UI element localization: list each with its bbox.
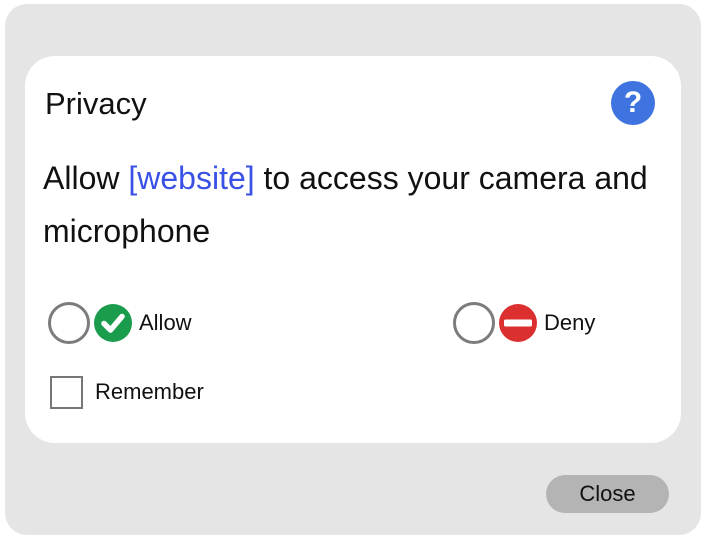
allow-option[interactable]: Allow [48, 302, 192, 344]
privacy-dialog: Privacy ? Allow [website] to access your… [5, 4, 701, 535]
remember-label: Remember [95, 379, 204, 404]
privacy-card: Privacy ? Allow [website] to access your… [25, 56, 681, 443]
allow-radio[interactable] [48, 302, 90, 344]
permission-message: Allow [website] to access your camera an… [43, 152, 673, 258]
website-placeholder: [website] [128, 160, 255, 196]
check-circle-icon [94, 304, 132, 342]
message-prefix: Allow [43, 160, 129, 196]
remember-checkbox[interactable] [50, 375, 83, 409]
deny-option[interactable]: Deny [453, 302, 595, 344]
no-entry-icon [499, 304, 537, 342]
close-button[interactable]: Close [546, 475, 669, 513]
remember-option[interactable]: Remember [50, 375, 204, 409]
deny-radio[interactable] [453, 302, 495, 344]
allow-label: Allow [139, 310, 192, 335]
dialog-title: Privacy [45, 86, 147, 121]
help-icon[interactable]: ? [611, 81, 655, 125]
deny-label: Deny [544, 310, 596, 335]
